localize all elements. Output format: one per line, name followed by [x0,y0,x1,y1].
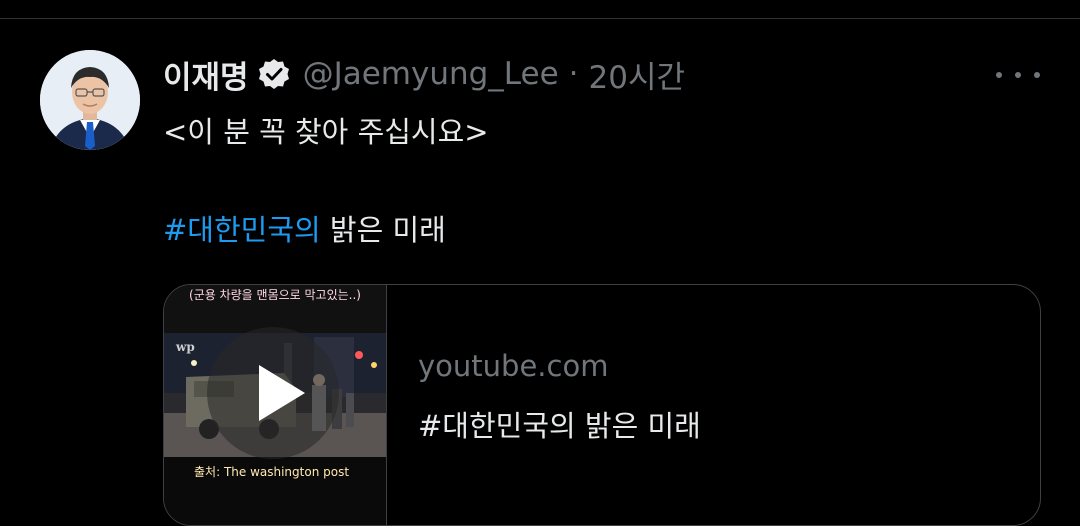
tweet-header: 이재명 @Jaemyung_Lee · 20시간 [163,52,685,96]
avatar[interactable] [40,50,140,150]
display-name[interactable]: 이재명 [163,52,249,97]
more-horizontal-icon[interactable] [996,62,1040,88]
tweet[interactable]: 이재명 @Jaemyung_Lee · 20시간 <이 분 꼭 찾아 주십시요>… [0,0,1080,526]
tweet-text-rest: 밝은 미래 [320,213,446,247]
thumbnail-caption-top: (군용 차량을 맨몸으로 막고있는..) [189,288,361,302]
card-title[interactable]: #대한민국의 밝은 미래 [418,403,701,445]
tweet-text: <이 분 꼭 찾아 주십시요> [163,115,489,149]
tweet-text-line2: #대한민국의 밝은 미래 [163,208,446,252]
divider [0,18,1080,19]
thumbnail-logo: wp [176,340,195,354]
card-domain: youtube.com [418,349,609,383]
hashtag-link[interactable]: #대한민국의 [163,213,321,247]
play-icon[interactable] [207,327,339,459]
card-thumbnail[interactable]: (군용 차량을 맨몸으로 막고있는..) wp 출처: The washingt… [164,285,387,525]
link-card[interactable]: (군용 차량을 맨몸으로 막고있는..) wp 출처: The washingt… [163,284,1041,526]
handle[interactable]: @Jaemyung_Lee [303,56,559,92]
verified-badge-icon [257,57,291,91]
thumbnail-caption-bottom: 출처: The washington post [194,465,350,479]
separator: · [568,56,579,92]
timestamp[interactable]: 20시간 [589,52,686,97]
